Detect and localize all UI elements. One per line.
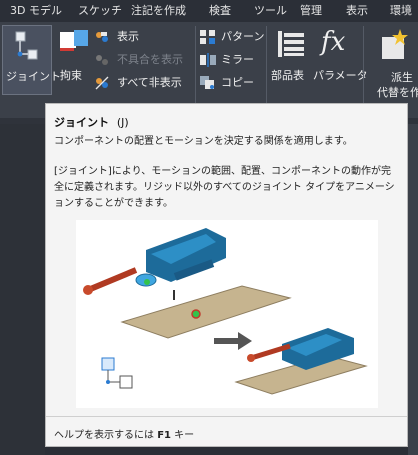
function-icon: fx bbox=[321, 27, 346, 57]
ribbon-separator bbox=[266, 26, 267, 110]
pattern-icon bbox=[200, 29, 216, 48]
tooltip-illustration bbox=[76, 220, 378, 408]
hide-all-label: すべて非表示 bbox=[117, 76, 182, 89]
tab-view[interactable]: 表示 bbox=[346, 0, 368, 22]
show-icon bbox=[95, 29, 109, 48]
ribbon-separator bbox=[195, 26, 196, 110]
mirror-button[interactable]: ミラー bbox=[200, 50, 262, 68]
tooltip-shortcut: (J) bbox=[116, 116, 129, 129]
copy-button[interactable]: コピー bbox=[200, 73, 262, 91]
joint-button[interactable]: ジョイント bbox=[2, 25, 61, 95]
derive-substitute-button[interactable]: 派生 代替を作 bbox=[367, 25, 418, 113]
tooltip-title-row: ジョイント (J) bbox=[54, 114, 129, 130]
copy-icon bbox=[200, 75, 216, 94]
tab-sketch[interactable]: スケッチ bbox=[78, 0, 122, 22]
parts-list-button[interactable]: 部品表 bbox=[270, 25, 312, 95]
help-hint-prefix: ヘルプを表示するには bbox=[54, 430, 154, 441]
parameters-label: パラメータ bbox=[313, 69, 368, 82]
joint-icon bbox=[14, 29, 40, 67]
constrain-label: 拘束 bbox=[60, 69, 82, 82]
show-problems-icon bbox=[95, 52, 109, 71]
joint-label: ジョイント bbox=[6, 70, 61, 83]
tab-environment[interactable]: 環境 bbox=[390, 0, 412, 22]
hide-all-button[interactable]: すべて非表示 bbox=[95, 73, 190, 91]
parts-list-label: 部品表 bbox=[271, 69, 304, 82]
mirror-icon bbox=[200, 52, 216, 71]
show-button[interactable]: 表示 bbox=[95, 27, 190, 45]
help-hint-key: F1 bbox=[157, 430, 171, 441]
mirror-label: ミラー bbox=[221, 53, 254, 66]
tab-inspect[interactable]: 検査 bbox=[209, 0, 231, 22]
constrain-button[interactable]: 拘束 bbox=[55, 25, 93, 95]
hide-all-icon bbox=[95, 75, 109, 94]
tooltip-divider bbox=[46, 416, 407, 417]
show-problems-button[interactable]: 不具合を表示 bbox=[95, 50, 190, 68]
tab-manage[interactable]: 管理 bbox=[300, 0, 322, 22]
parameters-button[interactable]: fx パラメータ bbox=[312, 25, 368, 95]
copy-label: コピー bbox=[221, 76, 254, 89]
browser-panel bbox=[0, 124, 45, 455]
pattern-button[interactable]: パターン bbox=[200, 27, 265, 48]
substitute-label: 代替を作 bbox=[377, 86, 418, 99]
menu-bar: 3D モデル スケッチ 注記を作成 検査 ツール 管理 表示 環境 bbox=[0, 0, 418, 22]
tooltip-long-description: [ジョイント]により、モーションの範囲、配置、コンポーネントの動作が完全に定義さ… bbox=[54, 166, 395, 209]
parts-list-icon bbox=[278, 31, 306, 61]
tab-tools[interactable]: ツール bbox=[254, 0, 287, 22]
tooltip-help-hint: ヘルプを表示するには F1 キー bbox=[54, 426, 194, 441]
tooltip-title: ジョイント bbox=[54, 116, 109, 129]
tooltip-short-description: コンポーネントの配置とモーションを決定する関係を適用します。 bbox=[54, 136, 353, 147]
ribbon-separator bbox=[363, 26, 364, 110]
constrain-icon bbox=[58, 30, 90, 64]
graphics-window-edge bbox=[408, 124, 418, 455]
show-problems-label: 不具合を表示 bbox=[117, 53, 183, 66]
derive-icon bbox=[380, 29, 410, 65]
pattern-label: パターン bbox=[221, 30, 265, 43]
tab-3d-model[interactable]: 3D モデル bbox=[10, 0, 62, 22]
tab-annotate[interactable]: 注記を作成 bbox=[131, 0, 186, 22]
derive-label: 派生 bbox=[391, 71, 413, 84]
joint-tooltip: ジョイント (J) コンポーネントの配置とモーションを決定する関係を適用します。… bbox=[45, 103, 408, 447]
help-hint-suffix: キー bbox=[174, 430, 195, 441]
show-label: 表示 bbox=[117, 30, 139, 43]
